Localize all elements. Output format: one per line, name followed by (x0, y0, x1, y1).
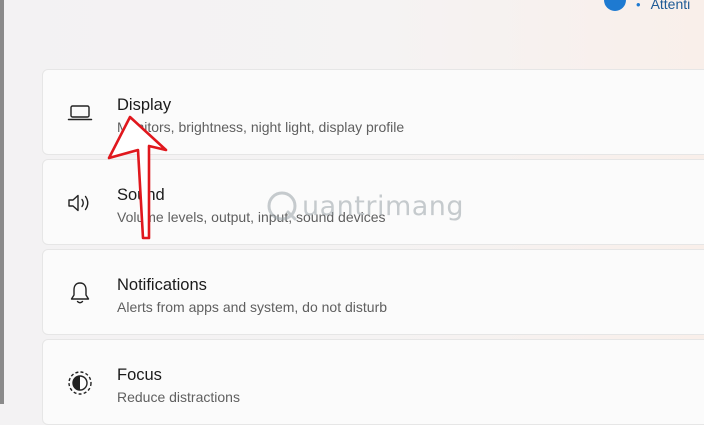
settings-item-subtitle: Alerts from apps and system, do not dist… (117, 299, 388, 315)
bell-icon (65, 278, 95, 308)
top-status-area: • Attenti (604, 0, 690, 16)
status-text: Attenti (650, 0, 691, 12)
speaker-icon (65, 188, 95, 218)
window-left-border (0, 0, 4, 404)
annotation-arrow-icon (107, 115, 168, 240)
settings-item-notifications[interactable]: Notifications Alerts from apps and syste… (42, 249, 704, 335)
settings-item-focus[interactable]: Focus Reduce distractions (42, 339, 704, 425)
laptop-icon (65, 98, 95, 128)
status-bullet: • (636, 0, 641, 12)
settings-item-title: Focus (117, 366, 162, 384)
settings-item-title: Notifications (117, 276, 207, 294)
focus-icon (65, 368, 95, 398)
settings-item-subtitle: Reduce distractions (117, 389, 240, 405)
account-avatar-icon[interactable] (604, 0, 626, 11)
